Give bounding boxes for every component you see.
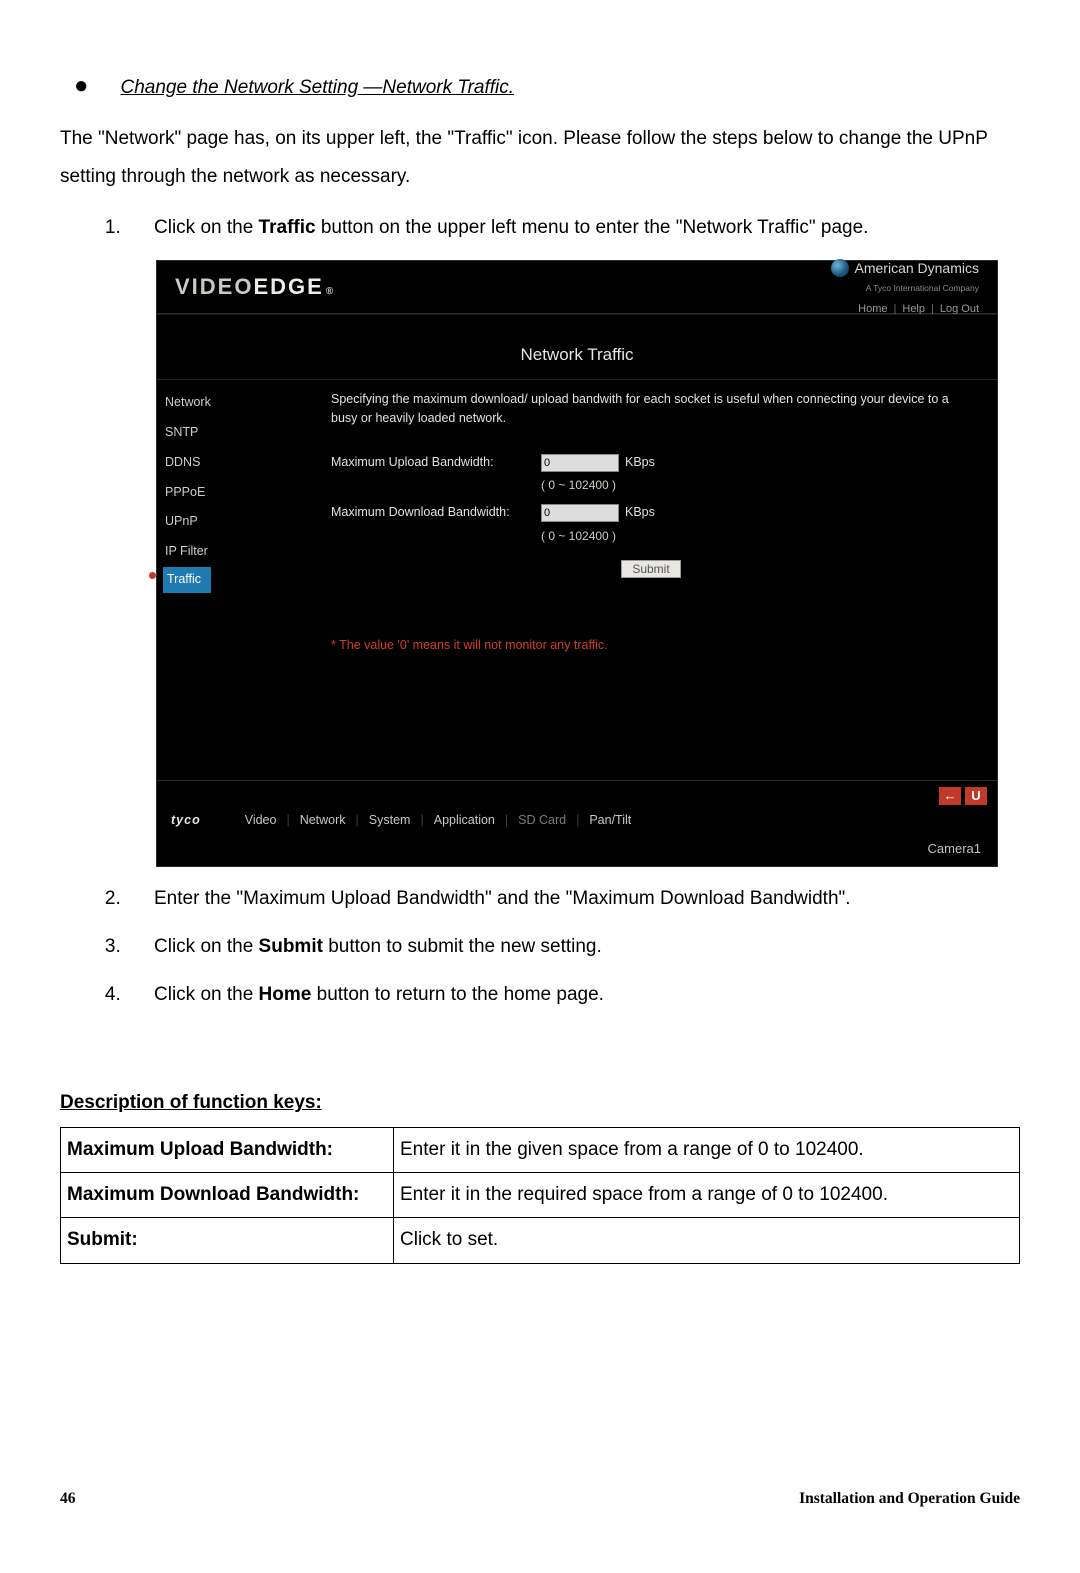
brand-word-1: VIDEO: [175, 266, 253, 308]
section-heading: Change the Network Setting —Network Traf…: [121, 70, 515, 106]
step-1-bold: Traffic: [259, 217, 316, 238]
sidebar: Network SNTP DDNS PPPoE UPnP IP Filter T…: [157, 380, 319, 780]
brand-reg: ®: [326, 282, 335, 301]
content-description: Specifying the maximum download/ upload …: [331, 390, 971, 426]
step-1-pre: Click on the: [154, 217, 259, 238]
steps-list: Click on the Traffic button on the upper…: [126, 210, 1020, 246]
step-4-pre: Click on the: [154, 984, 259, 1005]
step-3: Click on the Submit button to submit the…: [126, 929, 1020, 965]
page-footer: 46 Installation and Operation Guide: [60, 1484, 1020, 1513]
step-4: Click on the Home button to return to th…: [126, 977, 1020, 1013]
step-2-text: Enter the "Maximum Upload Bandwidth" and…: [154, 888, 851, 909]
sidebar-item-pppoe[interactable]: PPPoE: [163, 478, 313, 508]
tab-pantilt[interactable]: Pan/Tilt: [589, 809, 631, 833]
submit-button[interactable]: Submit: [621, 560, 680, 578]
step-2: Enter the "Maximum Upload Bandwidth" and…: [126, 881, 1020, 917]
brand-logo: VIDEOEDGE®: [175, 266, 335, 308]
company-sub: A Tyco International Company: [866, 280, 979, 296]
fk-val-2: Click to set.: [394, 1218, 1020, 1263]
unit-max-upload: KBps: [625, 451, 655, 475]
footer-brand: tyco: [171, 809, 201, 833]
guide-title: Installation and Operation Guide: [799, 1484, 1020, 1513]
tab-video[interactable]: Video: [245, 809, 277, 833]
tab-network[interactable]: Network: [300, 809, 346, 833]
table-row: Submit: Click to set.: [61, 1218, 1020, 1263]
section-heading-row: ● Change the Network Setting —Network Tr…: [74, 70, 1020, 106]
step-1-post: button on the upper left menu to enter t…: [316, 217, 869, 238]
page-title: Network Traffic: [157, 314, 997, 379]
function-key-table: Maximum Upload Bandwidth: Enter it in th…: [60, 1127, 1020, 1263]
input-max-upload[interactable]: [541, 454, 619, 472]
fk-heading: Description of function keys:: [60, 1085, 1020, 1121]
step-4-post: button to return to the home page.: [311, 984, 604, 1005]
fk-val-0: Enter it in the given space from a range…: [394, 1128, 1020, 1173]
sidebar-item-network[interactable]: Network: [163, 388, 313, 418]
brand-word-2: EDGE: [253, 266, 323, 308]
input-max-download[interactable]: [541, 504, 619, 522]
company-name-row: American Dynamics: [831, 255, 979, 282]
row-max-download: Maximum Download Bandwidth: KBps ( 0 ~ 1…: [331, 501, 971, 548]
bottom-bar: ← U tyco Video| Network| System| Applica…: [157, 780, 997, 865]
unit-max-download: KBps: [625, 501, 655, 525]
tab-system[interactable]: System: [369, 809, 411, 833]
fk-val-1: Enter it in the required space from a ra…: [394, 1173, 1020, 1218]
step-4-bold: Home: [259, 984, 312, 1005]
refresh-icon[interactable]: U: [965, 787, 987, 805]
label-max-download: Maximum Download Bandwidth:: [331, 501, 541, 525]
label-max-upload: Maximum Upload Bandwidth:: [331, 451, 541, 475]
tab-sdcard[interactable]: SD Card: [518, 809, 566, 833]
bullet-dot: ●: [74, 70, 89, 101]
warning-note: * The value '0' means it will not monito…: [331, 634, 971, 658]
sidebar-item-sntp[interactable]: SNTP: [163, 418, 313, 448]
step-1: Click on the Traffic button on the upper…: [126, 210, 1020, 246]
table-row: Maximum Download Bandwidth: Enter it in …: [61, 1173, 1020, 1218]
back-icon[interactable]: ←: [939, 787, 961, 805]
fk-key-1: Maximum Download Bandwidth:: [61, 1173, 394, 1218]
content-pane: Specifying the maximum download/ upload …: [319, 380, 997, 780]
range-max-download: ( 0 ~ 102400 ): [541, 525, 616, 548]
globe-icon: [831, 259, 849, 277]
app-header: VIDEOEDGE® American Dynamics A Tyco Inte…: [157, 261, 997, 314]
intro-paragraph: The "Network" page has, on its upper lef…: [60, 120, 1020, 196]
steps-list-cont: Enter the "Maximum Upload Bandwidth" and…: [126, 881, 1020, 1013]
app-screenshot: VIDEOEDGE® American Dynamics A Tyco Inte…: [156, 260, 998, 867]
step-3-bold: Submit: [259, 936, 323, 957]
sidebar-item-ddns[interactable]: DDNS: [163, 448, 313, 478]
camera-label: Camera1: [167, 837, 987, 866]
row-max-upload: Maximum Upload Bandwidth: KBps ( 0 ~ 102…: [331, 451, 971, 498]
step-3-pre: Click on the: [154, 936, 259, 957]
range-max-upload: ( 0 ~ 102400 ): [541, 474, 616, 497]
tab-application[interactable]: Application: [434, 809, 495, 833]
sidebar-item-traffic[interactable]: Traffic: [163, 567, 211, 593]
page-number: 46: [60, 1484, 76, 1513]
table-row: Maximum Upload Bandwidth: Enter it in th…: [61, 1128, 1020, 1173]
sidebar-item-upnp[interactable]: UPnP: [163, 507, 313, 537]
brand-right: American Dynamics A Tyco International C…: [831, 255, 979, 320]
fk-key-2: Submit:: [61, 1218, 394, 1263]
fk-key-0: Maximum Upload Bandwidth:: [61, 1128, 394, 1173]
company-name: American Dynamics: [855, 255, 979, 282]
sidebar-item-ipfilter[interactable]: IP Filter: [163, 537, 313, 567]
step-3-post: button to submit the new setting.: [323, 936, 602, 957]
